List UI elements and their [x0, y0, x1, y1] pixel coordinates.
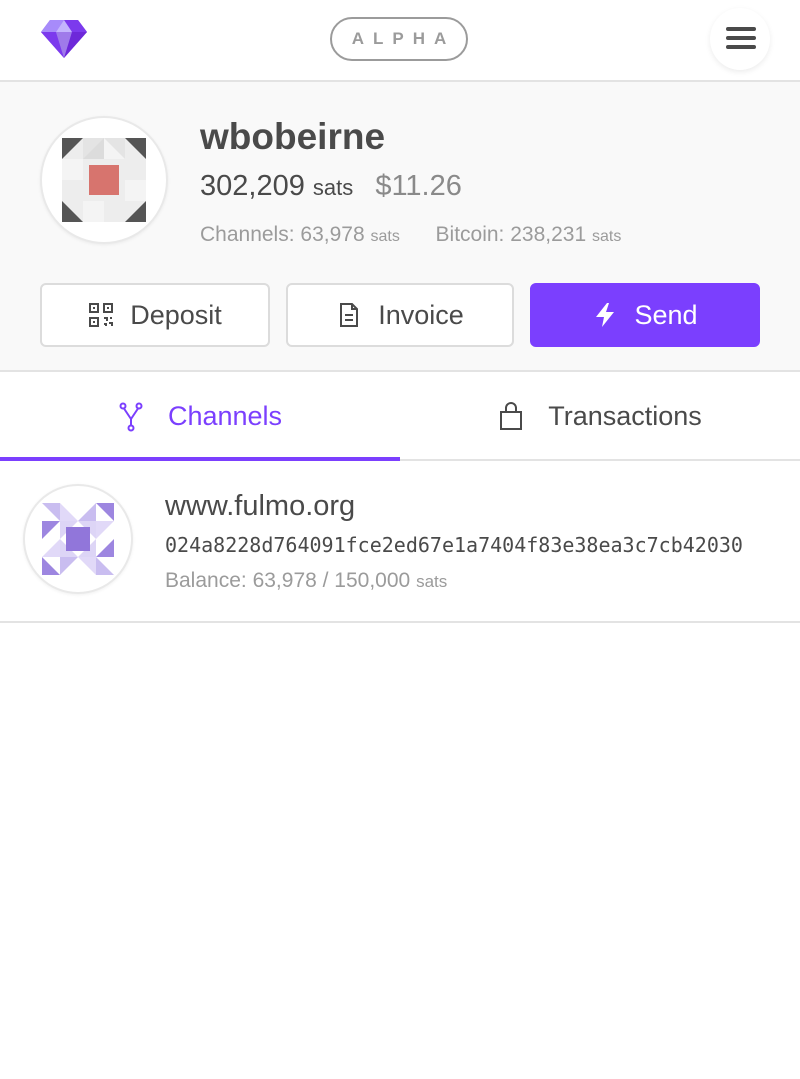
send-label: Send: [634, 299, 698, 330]
tab-transactions[interactable]: Transactions: [400, 372, 800, 461]
deposit-button[interactable]: Deposit: [40, 283, 270, 347]
send-button[interactable]: Send: [530, 283, 760, 347]
channel-balance-label: Balance:: [165, 569, 247, 592]
balance-fiat: $11.26: [375, 170, 462, 202]
balance-breakdown: Channels: 63,978 sats Bitcoin: 238,231 s…: [200, 223, 621, 247]
diamond-icon[interactable]: [41, 20, 87, 58]
channels-balance-value: 63,978: [300, 223, 365, 246]
list-item[interactable]: www.fulmo.org 024a8228d764091fce2ed67e1a…: [0, 461, 800, 623]
identicon-icon: [62, 138, 146, 222]
invoice-button[interactable]: Invoice: [286, 283, 514, 347]
tab-channels[interactable]: Channels: [0, 372, 400, 461]
channel-name: www.fulmo.org: [165, 490, 356, 522]
channel-balance-unit: sats: [416, 572, 448, 591]
invoice-label: Invoice: [378, 299, 464, 330]
bitcoin-balance-unit: sats: [592, 228, 622, 245]
tab-transactions-label: Transactions: [548, 401, 702, 431]
document-icon: [340, 303, 359, 327]
balance-sats: 302,209: [200, 170, 305, 202]
lightning-bolt-icon: [596, 303, 615, 327]
user-avatar[interactable]: [40, 116, 168, 244]
bitcoin-balance-value: 238,231: [510, 223, 587, 246]
username: wbobeirne: [200, 116, 386, 157]
channels-balance-label: Channels:: [200, 223, 295, 246]
identicon-icon: [42, 503, 114, 575]
channel-avatar: [23, 484, 133, 594]
qr-code-icon: [89, 303, 114, 327]
deposit-label: Deposit: [130, 299, 222, 330]
channel-balance: Balance: 63,978 / 150,000 sats: [165, 569, 447, 593]
profile-section: wbobeirne 302,209 sats $11.26 Channels: …: [0, 82, 800, 372]
top-nav-bar: ALPHA: [0, 0, 800, 82]
tab-bar: Channels Transactions: [0, 372, 800, 461]
bitcoin-balance-label: Bitcoin:: [435, 223, 505, 246]
channels-balance-unit: sats: [370, 228, 400, 245]
total-balance: 302,209 sats $11.26: [200, 170, 462, 203]
balance-unit: sats: [312, 175, 354, 200]
menu-button[interactable]: [710, 8, 770, 70]
alpha-badge: ALPHA: [330, 17, 468, 61]
fork-icon: [119, 402, 143, 431]
tab-channels-label: Channels: [167, 401, 283, 431]
channel-pubkey: 024a8228d764091fce2ed67e1a7404f83e38ea3c…: [165, 533, 743, 557]
shopping-bag-icon: [500, 401, 523, 430]
channel-balance-value: 63,978 / 150,000: [252, 569, 411, 592]
